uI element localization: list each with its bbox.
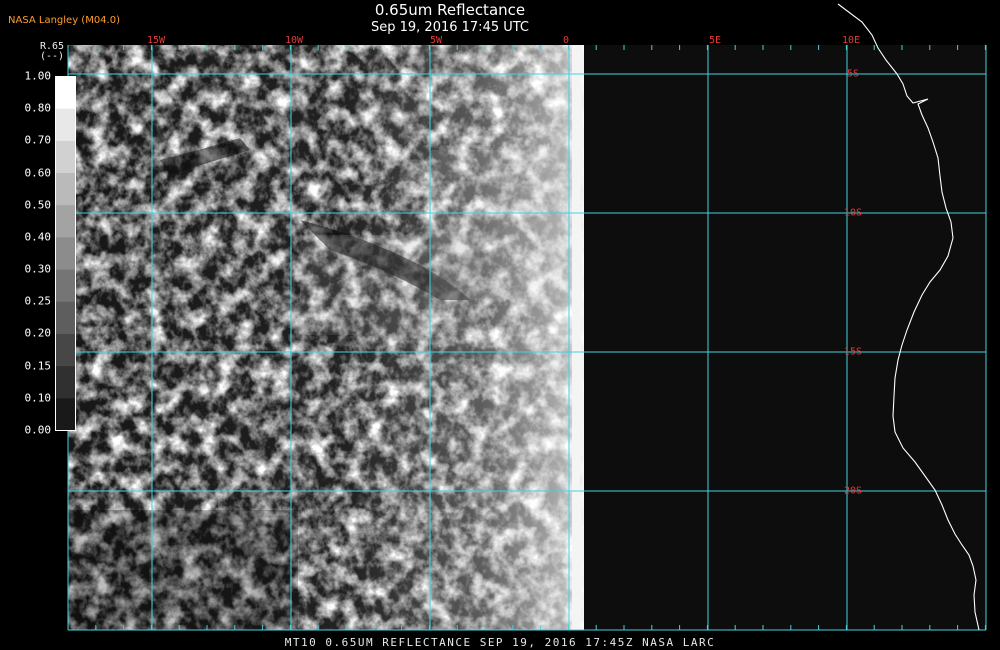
colorbar-step	[55, 237, 76, 271]
colorbar-tick-label: 0.60	[24, 166, 52, 180]
colorbar-tick-label: 0.70	[24, 133, 52, 147]
longitude-label-15w: 15W	[146, 35, 166, 46]
colorbar-step	[55, 269, 76, 303]
map-timestamp: Sep 19, 2016 17:45 UTC	[370, 20, 530, 35]
longitude-label-10w: 10W	[284, 35, 304, 46]
colorbar	[55, 76, 76, 431]
colorbar-tick-label: 0.20	[24, 326, 52, 340]
colorbar-tick-label: 0.25	[24, 294, 52, 308]
colorbar-header: R.65 (--)	[34, 42, 70, 62]
colorbar-step	[55, 76, 76, 110]
longitude-label-10e: 10E	[841, 35, 861, 46]
colorbar-tick-label: 0.50	[24, 198, 52, 212]
colorbar-step	[55, 108, 76, 142]
colorbar-tick-label: 0.15	[24, 359, 52, 373]
latitude-label-15s: 15S	[843, 346, 863, 358]
latitude-label-10s: 10S	[843, 207, 863, 219]
colorbar-step	[55, 205, 76, 238]
colorbar-step	[55, 334, 76, 367]
colorbar-unit: (--)	[39, 51, 65, 62]
longitude-label-0: 0	[562, 35, 570, 46]
footer-caption: MT10 0.65UM REFLECTANCE SEP 19, 2016 17:…	[284, 636, 716, 649]
colorbar-tick-label: 0.40	[24, 230, 52, 244]
latitude-label-5s: 5S	[846, 68, 860, 80]
colorbar-step	[55, 366, 76, 399]
colorbar-tick-label: 0.80	[24, 101, 52, 115]
colorbar-tick-label: 1.00	[24, 69, 52, 83]
longitude-label-5w: 5W	[429, 35, 443, 46]
satellite-map-viewer	[0, 0, 1000, 650]
colorbar-step	[55, 398, 76, 431]
longitude-label-5e: 5E	[708, 35, 722, 46]
colorbar-step	[55, 301, 76, 335]
colorbar-tick-label: 0.00	[24, 423, 52, 437]
colorbar-tick-label: 0.10	[24, 391, 52, 405]
latitude-label-20s: 20S	[843, 485, 863, 497]
colorbar-step	[55, 140, 76, 174]
map-title: 0.65um Reflectance	[374, 1, 526, 19]
satellite-image	[68, 45, 584, 630]
colorbar-tick-label: 0.30	[24, 262, 52, 276]
colorbar-step	[55, 173, 76, 206]
